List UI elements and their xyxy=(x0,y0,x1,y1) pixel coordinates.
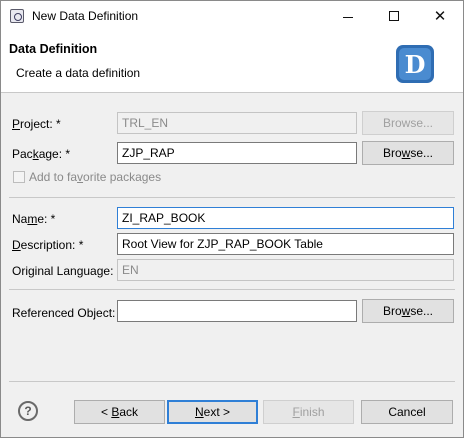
project-label: Project: * xyxy=(12,117,61,131)
title-bar: New Data Definition ✕ xyxy=(1,1,463,31)
name-label: Name: * xyxy=(12,212,56,226)
referenced-object-label: Referenced Object: xyxy=(12,306,116,320)
name-field[interactable]: ZI_RAP_BOOK xyxy=(117,207,454,229)
add-to-favorite-label: Add to favorite packages xyxy=(29,170,162,184)
description-field[interactable]: Root View for ZJP_RAP_BOOK Table xyxy=(117,233,454,255)
close-icon: ✕ xyxy=(433,7,447,25)
minimize-button[interactable] xyxy=(325,1,371,31)
referenced-object-browse-button[interactable]: Bro w se... xyxy=(362,299,454,323)
footer-separator xyxy=(9,381,455,382)
eclipse-app-icon xyxy=(10,9,24,23)
close-button[interactable]: ✕ xyxy=(417,1,463,31)
package-browse-button[interactable]: Bro w se... xyxy=(362,141,454,165)
new-data-definition-dialog: New Data Definition ✕ Data Definition Cr… xyxy=(0,0,464,438)
package-label: Package: * xyxy=(12,147,71,161)
separator xyxy=(9,289,455,290)
maximize-button[interactable] xyxy=(371,1,417,31)
project-field: TRL_EN xyxy=(117,112,357,134)
finish-button: Finish xyxy=(263,400,354,424)
help-icon[interactable]: ? xyxy=(18,401,38,421)
description-label: Description: * xyxy=(12,238,84,252)
next-button[interactable]: Next > xyxy=(167,400,258,424)
separator xyxy=(9,197,455,198)
original-language-field: EN xyxy=(117,259,454,281)
logo-letter: D xyxy=(405,50,426,79)
package-field[interactable]: ZJP_RAP xyxy=(117,142,357,164)
add-to-favorite-checkbox xyxy=(13,171,25,183)
project-browse-button: Browse... xyxy=(362,111,454,135)
window-title: New Data Definition xyxy=(32,9,139,23)
minimize-icon xyxy=(343,16,353,18)
cancel-button[interactable]: Cancel xyxy=(361,400,453,424)
back-button[interactable]: < Back xyxy=(74,400,165,424)
original-language-label: Original Language: xyxy=(12,264,114,278)
banner-title: Data Definition xyxy=(9,42,98,56)
wizard-banner: Data Definition Create a data definition… xyxy=(1,31,463,93)
maximize-icon xyxy=(389,11,399,21)
data-definition-logo-icon: D xyxy=(396,45,434,83)
banner-subtitle: Create a data definition xyxy=(16,66,141,80)
referenced-object-field[interactable] xyxy=(117,300,357,322)
